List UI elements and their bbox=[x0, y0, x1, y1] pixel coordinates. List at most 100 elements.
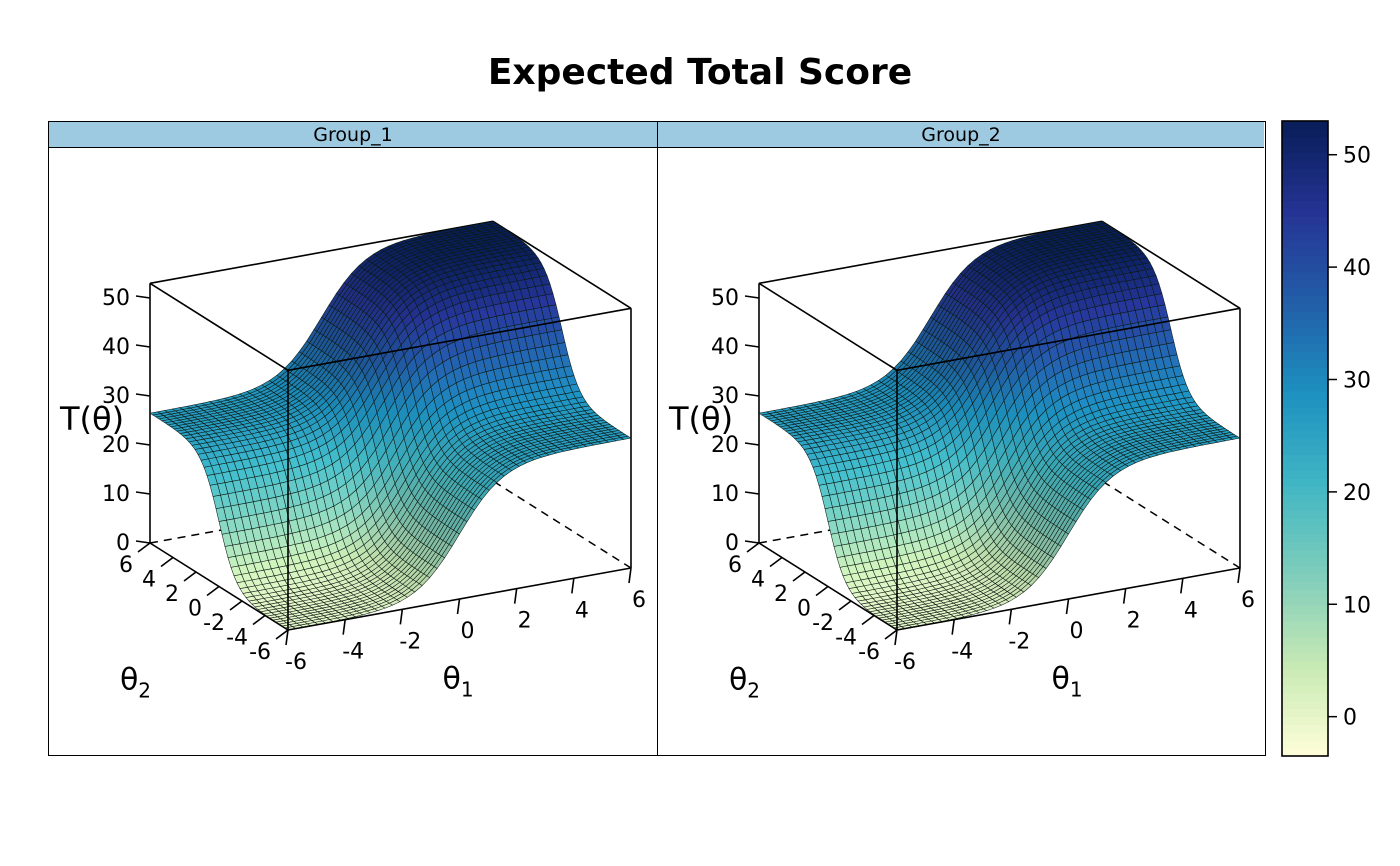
color-key-band bbox=[1282, 732, 1328, 741]
color-key-tick-label: 40 bbox=[1343, 256, 1371, 281]
color-key-band bbox=[1282, 382, 1328, 392]
color-key-band bbox=[1282, 367, 1328, 376]
color-key-band bbox=[1282, 255, 1328, 265]
color-key-band bbox=[1282, 613, 1328, 622]
z-axis-tick-label: 40 bbox=[102, 335, 130, 360]
color-key-band bbox=[1282, 144, 1328, 154]
y-axis-tick bbox=[746, 542, 760, 553]
color-key-tick-label: 50 bbox=[1343, 144, 1371, 169]
x-axis-tick-label: 0 bbox=[461, 619, 475, 644]
z-axis-tick bbox=[135, 540, 151, 544]
color-key-band bbox=[1282, 152, 1328, 162]
color-key-band bbox=[1282, 549, 1328, 559]
x-axis-tick bbox=[951, 619, 955, 635]
color-key-band bbox=[1282, 248, 1328, 257]
y-axis-tick-label: -4 bbox=[226, 626, 248, 651]
y-axis-tick bbox=[160, 556, 174, 568]
y-axis-tick bbox=[229, 600, 243, 611]
panel-group-2: Group_2 0 10 20 30 40 50 -6 -4 -2 0 2 4 6 -6 -4 -2 0 2 4 6 T… bbox=[658, 122, 1264, 755]
color-key-band bbox=[1282, 327, 1328, 336]
y-axis-tick-label: -6 bbox=[858, 640, 880, 665]
y-axis-tick bbox=[206, 585, 220, 597]
color-key-band bbox=[1282, 740, 1328, 749]
y-axis-tick bbox=[769, 556, 783, 568]
color-key-band bbox=[1282, 629, 1328, 638]
y-axis-tick-label: -2 bbox=[812, 611, 834, 636]
color-key-band bbox=[1282, 597, 1328, 606]
color-key-band bbox=[1282, 438, 1328, 448]
x-axis-tick-label: 4 bbox=[575, 598, 589, 623]
color-key-band bbox=[1282, 525, 1328, 535]
color-key-band bbox=[1282, 486, 1328, 495]
z-axis-tick-label: 50 bbox=[711, 286, 739, 311]
x-axis-tick bbox=[1008, 609, 1013, 625]
z-axis-tick bbox=[744, 295, 760, 299]
x-axis-tick-label: 2 bbox=[518, 609, 532, 634]
color-key-band bbox=[1282, 192, 1328, 201]
z-axis-tick bbox=[744, 491, 760, 495]
chart-title: Expected Total Score bbox=[487, 52, 913, 93]
color-key-band bbox=[1282, 724, 1328, 733]
color-key-band bbox=[1282, 462, 1328, 471]
panel-strip-group-2: Group_2 bbox=[658, 122, 1264, 148]
y-axis-label: θ2 bbox=[120, 662, 151, 702]
color-key-band bbox=[1282, 359, 1328, 368]
x-axis-tick bbox=[513, 588, 518, 604]
panel-group-1: Group_1 0 10 20 30 40 50 -6 -4 -2 0 2 4 6 -6 -4 -2 0 2 4 6 T… bbox=[49, 122, 658, 755]
surface-plot-group-2: 01020304050-6-4-20246-6 -4 -2 0 2 4 6T(θ)θ2 θ1 bbox=[668, 220, 1255, 702]
color-key-band bbox=[1282, 557, 1328, 567]
color-key-band bbox=[1282, 660, 1328, 670]
color-key-band bbox=[1282, 200, 1328, 209]
color-key-band bbox=[1282, 168, 1328, 178]
x-axis-tick-label: 2 bbox=[1127, 609, 1141, 634]
x-axis-tick bbox=[571, 578, 575, 594]
color-key-band bbox=[1282, 565, 1328, 575]
z-axis-label: T(θ) bbox=[668, 400, 733, 438]
color-key-band bbox=[1282, 311, 1328, 321]
color-key-band bbox=[1282, 422, 1328, 432]
x-axis-tick bbox=[342, 619, 346, 635]
panel-area: Group_1 0 10 20 30 40 50 -6 -4 -2 0 2 4 6 -6 -4 -2 0 2 4 6 T… bbox=[48, 121, 1266, 756]
color-key-band bbox=[1282, 446, 1328, 455]
x-axis-tick bbox=[1237, 567, 1241, 584]
surface-mesh bbox=[149, 221, 632, 631]
color-key-tick-label: 0 bbox=[1343, 706, 1357, 731]
surface-mesh bbox=[758, 221, 1241, 631]
color-key-band bbox=[1282, 502, 1328, 511]
color-key-band bbox=[1282, 509, 1328, 519]
color-key-band bbox=[1282, 573, 1328, 582]
color-key-band bbox=[1282, 160, 1328, 170]
color-key-band bbox=[1282, 494, 1328, 503]
color-key-band bbox=[1282, 589, 1328, 598]
z-axis-tick bbox=[744, 442, 760, 446]
color-key-band bbox=[1282, 128, 1328, 138]
color-key-band bbox=[1282, 208, 1328, 217]
color-key-band bbox=[1282, 652, 1328, 662]
z-axis-label: T(θ) bbox=[59, 400, 124, 438]
y-axis-tick bbox=[861, 614, 875, 626]
color-key-band bbox=[1282, 605, 1328, 614]
color-key-band bbox=[1282, 398, 1328, 408]
y-axis-tick bbox=[838, 600, 852, 611]
y-axis-tick bbox=[252, 614, 266, 626]
color-key-band bbox=[1282, 406, 1328, 416]
color-key-band bbox=[1282, 375, 1328, 384]
z-axis-tick-label: 10 bbox=[711, 482, 739, 507]
x-axis-tick-label: 6 bbox=[632, 588, 646, 613]
color-key-band bbox=[1282, 517, 1328, 527]
color-key-band bbox=[1282, 692, 1328, 702]
color-key-band bbox=[1282, 232, 1328, 241]
x-axis-tick bbox=[1180, 578, 1184, 594]
color-key-band bbox=[1282, 136, 1328, 146]
color-key-band bbox=[1282, 263, 1328, 273]
y-axis-tick-label: 4 bbox=[142, 568, 156, 593]
z-axis-tick bbox=[135, 295, 151, 299]
color-key-tick-label: 20 bbox=[1343, 481, 1371, 506]
z-axis-tick-label: 50 bbox=[102, 286, 130, 311]
color-key-band bbox=[1282, 636, 1328, 646]
z-axis-tick-label: 10 bbox=[102, 482, 130, 507]
x-axis-tick bbox=[456, 598, 461, 615]
color-key-band bbox=[1282, 390, 1328, 400]
z-axis-tick bbox=[135, 344, 151, 348]
color-key-band bbox=[1282, 541, 1328, 551]
